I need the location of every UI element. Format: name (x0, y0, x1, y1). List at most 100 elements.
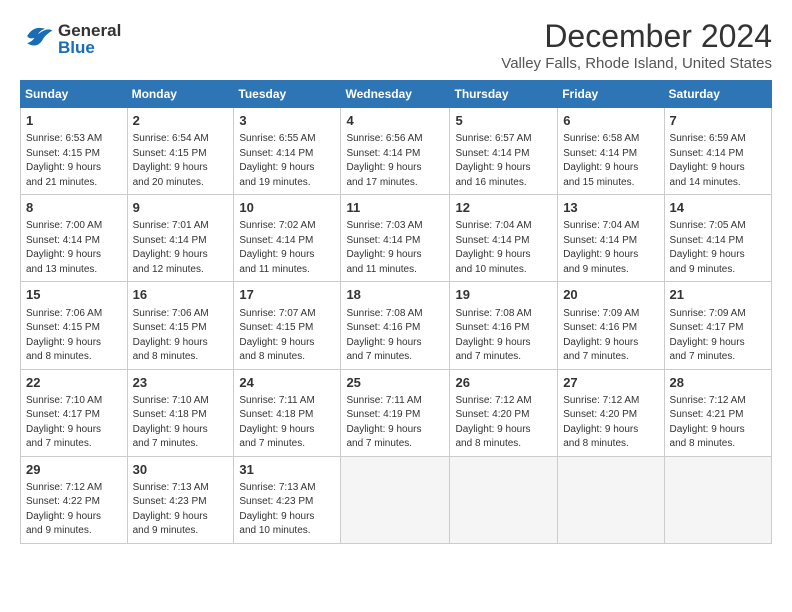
calendar-cell: 24 Sunrise: 7:11 AMSunset: 4:18 PMDayligh… (234, 369, 341, 456)
day-info: Sunrise: 7:08 AMSunset: 4:16 PMDaylight:… (346, 307, 444, 365)
calendar-header-wednesday: Wednesday (341, 81, 450, 108)
calendar-cell: 15 Sunrise: 7:06 AMSunset: 4:15 PMDayligh… (21, 282, 128, 369)
calendar-cell: 16Sunrise: 7:06 AMSunset: 4:15 PMDayligh… (127, 282, 234, 369)
day-number: 4 (346, 112, 444, 130)
day-number: 7 (670, 112, 766, 130)
header: General Blue December 2024 Valley Falls,… (20, 18, 772, 72)
day-number: 15 (26, 286, 122, 304)
day-info: Sunrise: 7:12 AMSunset: 4:20 PMDaylight:… (563, 394, 658, 452)
calendar-week-4: 22 Sunrise: 7:10 AMSunset: 4:17 PMDayligh… (21, 369, 772, 456)
calendar-header-saturday: Saturday (664, 81, 771, 108)
day-number: 21 (670, 286, 766, 304)
day-number: 22 (26, 374, 122, 392)
day-number: 18 (346, 286, 444, 304)
day-info: Sunrise: 6:59 AMSunset: 4:14 PMDaylight:… (670, 132, 766, 190)
day-info: Sunrise: 7:04 AMSunset: 4:14 PMDaylight:… (563, 219, 658, 277)
day-info: Sunrise: 7:10 AMSunset: 4:17 PMDaylight:… (26, 394, 122, 452)
day-number: 5 (455, 112, 552, 130)
day-info: Sunrise: 6:57 AMSunset: 4:14 PMDaylight:… (455, 132, 552, 190)
day-info: Sunrise: 7:11 AMSunset: 4:18 PMDaylight:… (239, 394, 335, 452)
calendar-cell: 5 Sunrise: 6:57 AMSunset: 4:14 PMDaylight… (450, 108, 558, 195)
calendar-cell: 2Sunrise: 6:54 AMSunset: 4:15 PMDaylight… (127, 108, 234, 195)
page: General Blue December 2024 Valley Falls,… (0, 0, 792, 554)
day-info: Sunrise: 7:10 AMSunset: 4:18 PMDaylight:… (133, 394, 229, 452)
day-number: 19 (455, 286, 552, 304)
day-number: 30 (133, 461, 229, 479)
calendar-cell (664, 456, 771, 543)
calendar-cell: 14 Sunrise: 7:05 AMSunset: 4:14 PMDayligh… (664, 195, 771, 282)
day-number: 24 (239, 374, 335, 392)
day-info: Sunrise: 7:07 AMSunset: 4:15 PMDaylight:… (239, 307, 335, 365)
day-info: Sunrise: 7:03 AMSunset: 4:14 PMDaylight:… (346, 219, 444, 277)
calendar-header-tuesday: Tuesday (234, 81, 341, 108)
logo: General Blue (20, 18, 121, 59)
calendar-week-2: 8Sunrise: 7:00 AMSunset: 4:14 PMDaylight… (21, 195, 772, 282)
day-info: Sunrise: 7:06 AMSunset: 4:15 PMDaylight:… (26, 307, 122, 365)
day-number: 10 (239, 199, 335, 217)
day-info: Sunrise: 7:00 AMSunset: 4:14 PMDaylight:… (26, 219, 122, 277)
calendar-cell: 18 Sunrise: 7:08 AMSunset: 4:16 PMDayligh… (341, 282, 450, 369)
calendar-cell (450, 456, 558, 543)
calendar-cell: 25Sunrise: 7:11 AMSunset: 4:19 PMDayligh… (341, 369, 450, 456)
calendar-header-friday: Friday (558, 81, 664, 108)
calendar-header-row: SundayMondayTuesdayWednesdayThursdayFrid… (21, 81, 772, 108)
calendar-cell: 21 Sunrise: 7:09 AMSunset: 4:17 PMDayligh… (664, 282, 771, 369)
day-number: 14 (670, 199, 766, 217)
day-info: Sunrise: 7:13 AMSunset: 4:23 PMDaylight:… (239, 481, 335, 539)
day-number: 9 (133, 199, 229, 217)
day-number: 28 (670, 374, 766, 392)
day-number: 27 (563, 374, 658, 392)
calendar-cell: 22 Sunrise: 7:10 AMSunset: 4:17 PMDayligh… (21, 369, 128, 456)
calendar-header-monday: Monday (127, 81, 234, 108)
day-number: 31 (239, 461, 335, 479)
day-info: Sunrise: 6:56 AMSunset: 4:14 PMDaylight:… (346, 132, 444, 190)
day-number: 20 (563, 286, 658, 304)
day-number: 3 (239, 112, 335, 130)
logo-icon (20, 18, 56, 59)
day-number: 29 (26, 461, 122, 479)
day-info: Sunrise: 7:09 AMSunset: 4:16 PMDaylight:… (563, 307, 658, 365)
day-number: 26 (455, 374, 552, 392)
calendar-cell: 27 Sunrise: 7:12 AMSunset: 4:20 PMDayligh… (558, 369, 664, 456)
calendar-cell: 8Sunrise: 7:00 AMSunset: 4:14 PMDaylight… (21, 195, 128, 282)
calendar-cell (341, 456, 450, 543)
day-info: Sunrise: 7:11 AMSunset: 4:19 PMDaylight:… (346, 394, 444, 452)
calendar-cell: 31 Sunrise: 7:13 AMSunset: 4:23 PMDayligh… (234, 456, 341, 543)
subtitle: Valley Falls, Rhode Island, United State… (501, 55, 772, 72)
calendar-cell: 9Sunrise: 7:01 AMSunset: 4:14 PMDaylight… (127, 195, 234, 282)
day-info: Sunrise: 6:54 AMSunset: 4:15 PMDaylight:… (133, 132, 229, 190)
calendar-cell: 26 Sunrise: 7:12 AMSunset: 4:20 PMDayligh… (450, 369, 558, 456)
day-info: Sunrise: 7:05 AMSunset: 4:14 PMDaylight:… (670, 219, 766, 277)
title-area: December 2024 Valley Falls, Rhode Island… (501, 18, 772, 72)
day-info: Sunrise: 7:12 AMSunset: 4:20 PMDaylight:… (455, 394, 552, 452)
day-number: 6 (563, 112, 658, 130)
day-info: Sunrise: 7:06 AMSunset: 4:15 PMDaylight:… (133, 307, 229, 365)
calendar-week-5: 29 Sunrise: 7:12 AMSunset: 4:22 PMDayligh… (21, 456, 772, 543)
calendar-cell: 6 Sunrise: 6:58 AMSunset: 4:14 PMDaylight… (558, 108, 664, 195)
day-info: Sunrise: 7:13 AMSunset: 4:23 PMDaylight:… (133, 481, 229, 539)
logo-label: General Blue (58, 22, 121, 56)
calendar-cell (558, 456, 664, 543)
logo-blue-text: Blue (58, 38, 95, 57)
calendar-week-3: 15 Sunrise: 7:06 AMSunset: 4:15 PMDayligh… (21, 282, 772, 369)
main-title: December 2024 (501, 18, 772, 55)
calendar-cell: 3Sunrise: 6:55 AMSunset: 4:14 PMDaylight… (234, 108, 341, 195)
day-info: Sunrise: 7:12 AMSunset: 4:22 PMDaylight:… (26, 481, 122, 539)
day-info: Sunrise: 7:12 AMSunset: 4:21 PMDaylight:… (670, 394, 766, 452)
calendar-cell: 29 Sunrise: 7:12 AMSunset: 4:22 PMDayligh… (21, 456, 128, 543)
calendar-cell: 1Sunrise: 6:53 AMSunset: 4:15 PMDaylight… (21, 108, 128, 195)
day-info: Sunrise: 7:04 AMSunset: 4:14 PMDaylight:… (455, 219, 552, 277)
calendar-cell: 4 Sunrise: 6:56 AMSunset: 4:14 PMDaylight… (341, 108, 450, 195)
calendar-cell: 7 Sunrise: 6:59 AMSunset: 4:14 PMDaylight… (664, 108, 771, 195)
calendar-cell: 10Sunrise: 7:02 AMSunset: 4:14 PMDayligh… (234, 195, 341, 282)
day-info: Sunrise: 6:53 AMSunset: 4:15 PMDaylight:… (26, 132, 122, 190)
day-info: Sunrise: 7:08 AMSunset: 4:16 PMDaylight:… (455, 307, 552, 365)
day-info: Sunrise: 6:58 AMSunset: 4:14 PMDaylight:… (563, 132, 658, 190)
calendar-cell: 19 Sunrise: 7:08 AMSunset: 4:16 PMDayligh… (450, 282, 558, 369)
calendar-header-sunday: Sunday (21, 81, 128, 108)
calendar-week-1: 1Sunrise: 6:53 AMSunset: 4:15 PMDaylight… (21, 108, 772, 195)
day-number: 23 (133, 374, 229, 392)
day-info: Sunrise: 7:09 AMSunset: 4:17 PMDaylight:… (670, 307, 766, 365)
calendar-cell: 28 Sunrise: 7:12 AMSunset: 4:21 PMDayligh… (664, 369, 771, 456)
calendar-table: SundayMondayTuesdayWednesdayThursdayFrid… (20, 80, 772, 544)
